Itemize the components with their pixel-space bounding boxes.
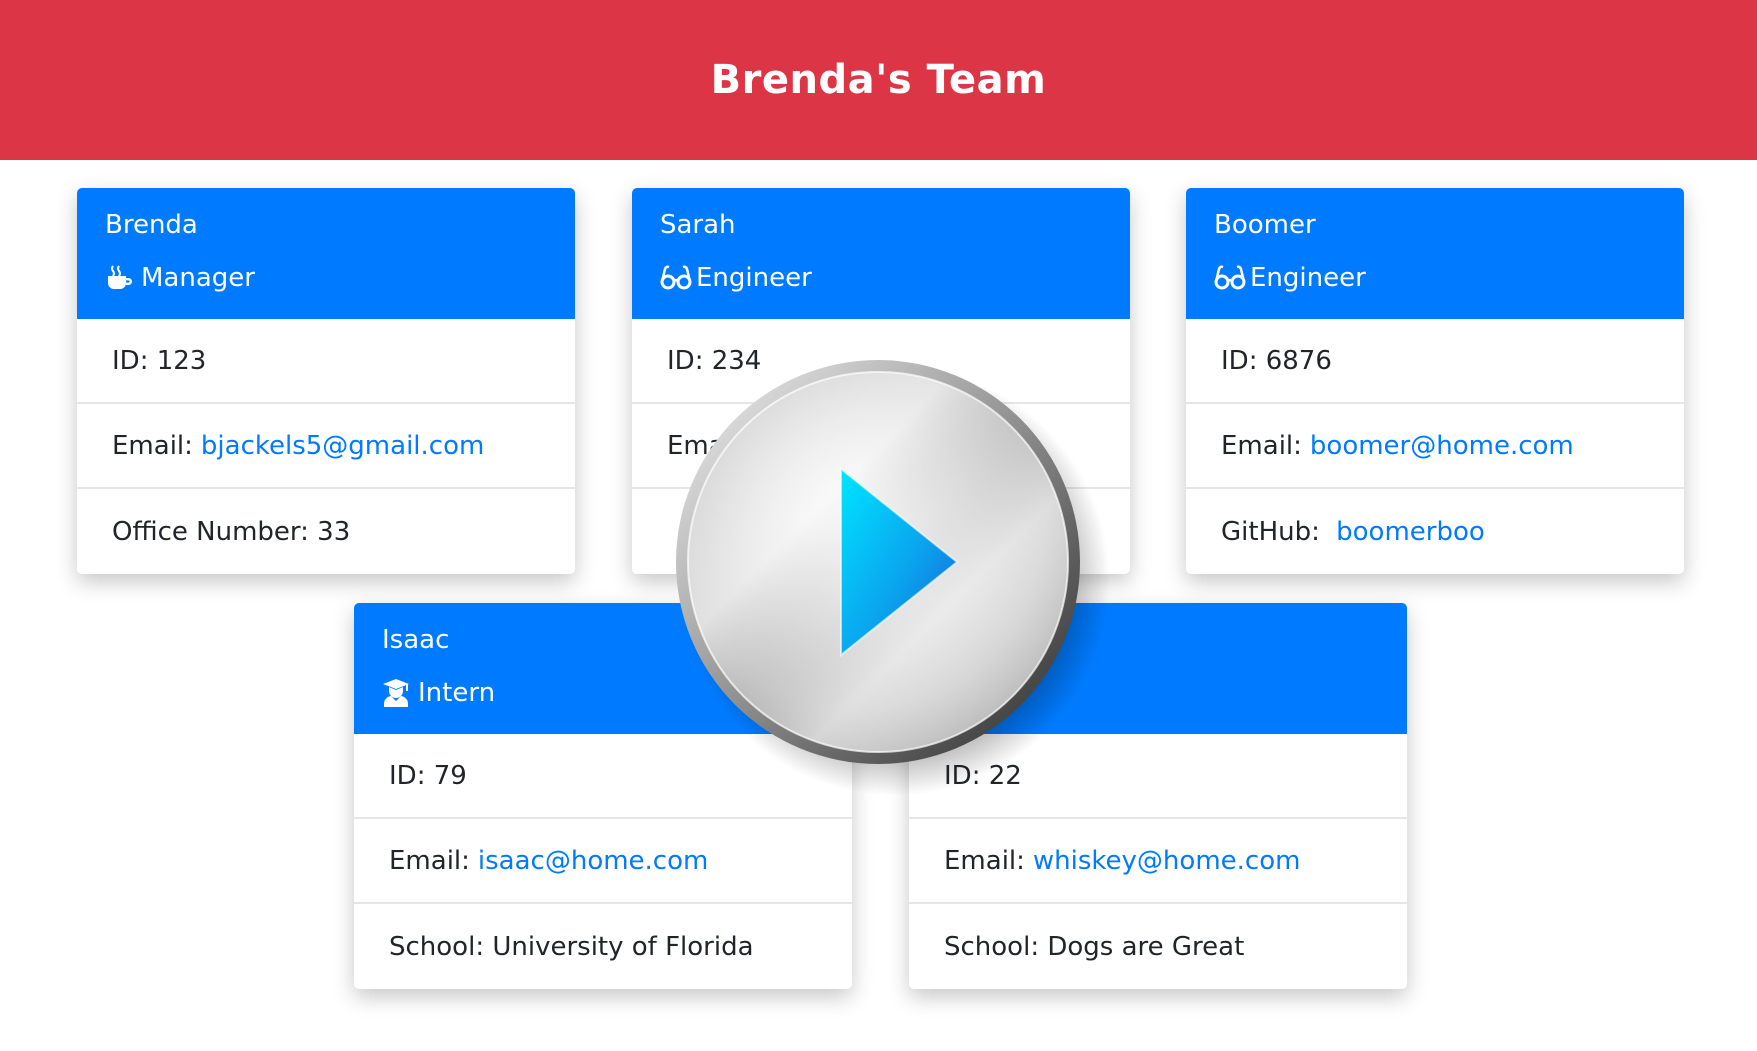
id-label: ID: [389, 760, 426, 791]
email-label: Email: [112, 430, 193, 461]
graduate-icon [382, 678, 412, 708]
employee-github-row: GitHub: boomerboo [1186, 489, 1684, 574]
employee-name: Boomer [1214, 210, 1316, 240]
employee-email-row: Email: boomer@home.com [1186, 404, 1684, 489]
employee-role-label: Intern [418, 678, 496, 708]
email-label: Email: [1221, 430, 1302, 461]
id-value: 79 [433, 760, 467, 791]
id-label: ID: [1221, 345, 1258, 376]
play-icon [676, 360, 1109, 795]
employee-email-row: Email: bjackels5@gmail.com [77, 404, 575, 489]
email-link[interactable]: isaac@home.com [478, 846, 708, 876]
school-label: School: [944, 931, 1040, 962]
employee-name: Brenda [105, 210, 198, 240]
card-header: Boomer Engineer [1186, 188, 1684, 319]
employee-details: ID: 123 Email: bjackels5@gmail.com Office… [77, 319, 575, 574]
card-header: Sarah Engineer [632, 188, 1130, 319]
email-link[interactable]: bjackels5@gmail.com [201, 431, 484, 461]
card-header: Brenda Manager [77, 188, 575, 319]
employee-role: Engineer [1214, 261, 1656, 295]
glasses-icon [1214, 263, 1246, 293]
employee-email-row: Email: whiskey@home.com [909, 819, 1407, 904]
employee-role-label: Engineer [696, 263, 812, 293]
employee-role: Manager [105, 261, 547, 295]
page-title: Brenda's Team [710, 57, 1047, 103]
employee-role-label: Manager [141, 263, 255, 293]
employee-card-brenda: Brenda Manager ID: 123 Email: bjackels5@g… [77, 188, 575, 574]
school-value: Dogs are Great [1047, 931, 1245, 962]
employee-role: Engineer [660, 261, 1102, 295]
school-label: School: [389, 931, 485, 962]
office-value: 33 [317, 516, 351, 547]
employee-name: Sarah [660, 210, 736, 240]
glasses-icon [660, 263, 692, 293]
id-value: 123 [156, 345, 207, 376]
email-label: Email: [944, 845, 1025, 876]
employee-card-boomer: Boomer Engineer ID: 6876 Email: boomer@ho… [1186, 188, 1684, 574]
id-value: 6876 [1265, 345, 1332, 376]
page-header: Brenda's Team [0, 0, 1757, 160]
employee-school-row: School: University of Florida [354, 904, 852, 989]
office-label: Office Number: [112, 516, 309, 547]
video-play-button[interactable] [647, 333, 1109, 795]
school-value: University of Florida [492, 931, 754, 962]
employee-details: ID: 6876 Email: boomer@home.com GitHub: b… [1186, 319, 1684, 574]
employee-email-row: Email: isaac@home.com [354, 819, 852, 904]
employee-office-row: Office Number: 33 [77, 489, 575, 574]
employee-id-row: ID: 123 [77, 319, 575, 404]
coffee-icon [105, 263, 135, 293]
id-label: ID: [112, 345, 149, 376]
employee-school-row: School: Dogs are Great [909, 904, 1407, 989]
employee-role-label: Engineer [1250, 263, 1366, 293]
employee-id-row: ID: 6876 [1186, 319, 1684, 404]
email-link[interactable]: boomer@home.com [1310, 431, 1574, 461]
github-link[interactable]: boomerboo [1336, 517, 1485, 547]
github-label: GitHub: [1221, 516, 1320, 547]
email-label: Email: [389, 845, 470, 876]
email-link[interactable]: whiskey@home.com [1033, 846, 1301, 876]
